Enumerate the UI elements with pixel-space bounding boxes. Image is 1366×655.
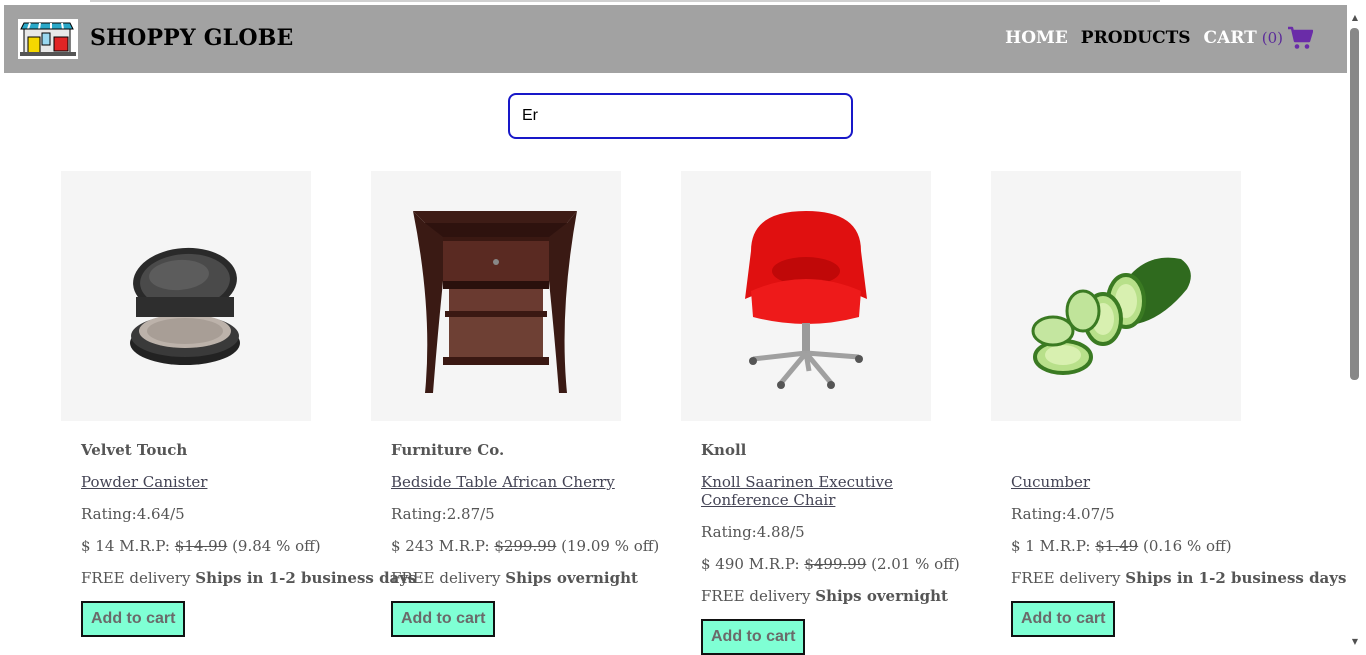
rating-value: 4.88/5 xyxy=(756,523,805,541)
delivery-label: FREE delivery xyxy=(391,569,501,587)
product-brand: Velvet Touch xyxy=(81,441,188,459)
rating-label: Rating: xyxy=(391,505,447,523)
product-rating: Rating:4.88/5 xyxy=(701,523,981,541)
product-delivery: FREE delivery Ships in 1-2 business days xyxy=(1011,569,1346,587)
mrp-value: $1.49 xyxy=(1095,537,1139,555)
delivery-label: FREE delivery xyxy=(1011,569,1121,587)
discount-text: (0.16 % off) xyxy=(1142,537,1232,555)
product-rating: Rating:2.87/5 xyxy=(391,505,671,523)
rating-value: 4.64/5 xyxy=(136,505,185,523)
add-to-cart-button[interactable]: Add to cart xyxy=(81,601,186,637)
product-brand xyxy=(1011,441,1291,459)
rating-label: Rating: xyxy=(81,505,137,523)
product-rating: Rating:4.64/5 xyxy=(81,505,361,523)
discount-text: (2.01 % off) xyxy=(871,555,960,573)
brand-title: SHOPPY GLOBE xyxy=(90,25,294,51)
product-info: Velvet Touch Powder Canister Rating:4.64… xyxy=(61,441,416,637)
scroll-down-arrow-icon[interactable]: ▼ xyxy=(1350,638,1360,646)
page: SHOPPY GLOBE HOME PRODUCTS CART (0) ▲ ▼ xyxy=(0,0,1366,655)
product-rating: Rating:4.07/5 xyxy=(1011,505,1291,523)
shipping-text: Ships overnight xyxy=(815,587,948,605)
rating-label: Rating: xyxy=(1011,505,1067,523)
product-info: Knoll Knoll Saarinen Executive Conferenc… xyxy=(681,441,981,655)
product-card: Furniture Co. Bedside Table African Cher… xyxy=(371,171,671,637)
shipping-text: Ships overnight xyxy=(505,569,638,587)
mrp-label: M.R.P: xyxy=(1039,537,1091,555)
product-info: Cucumber Rating:4.07/5 $ 1 M.R.P: $1.49 … xyxy=(991,441,1346,637)
add-to-cart-button[interactable]: Add to cart xyxy=(701,619,806,655)
discount-text: (9.84 % off) xyxy=(232,537,321,555)
browser-edge xyxy=(90,0,1160,2)
product-delivery: FREE delivery Ships overnight xyxy=(701,587,981,605)
bedside-table-icon[interactable] xyxy=(371,171,621,421)
product-title-link[interactable]: Bedside Table African Cherry xyxy=(391,473,641,491)
product-price: $ 14 M.R.P: $14.99 (9.84 % off) xyxy=(81,537,361,555)
nav-products-link[interactable]: PRODUCTS xyxy=(1081,28,1191,48)
cart-count: (0) xyxy=(1261,29,1283,47)
product-price: $ 490 M.R.P: $499.99 (2.01 % off) xyxy=(701,555,981,573)
shopping-cart-icon[interactable] xyxy=(1287,26,1314,50)
mrp-value: $14.99 xyxy=(174,537,228,555)
price-value: $ 14 xyxy=(81,537,115,555)
product-brand: Knoll xyxy=(701,441,747,459)
product-card: Cucumber Rating:4.07/5 $ 1 M.R.P: $1.49 … xyxy=(991,171,1346,637)
product-brand: Furniture Co. xyxy=(391,441,505,459)
office-chair-icon[interactable] xyxy=(681,171,931,421)
product-info: Furniture Co. Bedside Table African Cher… xyxy=(371,441,671,637)
nav-home-link[interactable]: HOME xyxy=(1005,28,1068,48)
product-card: Velvet Touch Powder Canister Rating:4.64… xyxy=(61,171,416,637)
product-card: Knoll Knoll Saarinen Executive Conferenc… xyxy=(681,171,981,655)
shipping-text: Ships in 1-2 business days xyxy=(1125,569,1347,587)
nav-cart-link[interactable]: CART xyxy=(1204,28,1257,48)
discount-text: (19.09 % off) xyxy=(561,537,660,555)
price-value: $ 243 xyxy=(391,537,434,555)
product-title-link[interactable]: Cucumber xyxy=(1011,473,1261,491)
product-price: $ 1 M.R.P: $1.49 (0.16 % off) xyxy=(1011,537,1291,555)
product-delivery: FREE delivery Ships in 1-2 business days xyxy=(81,569,416,587)
mrp-value: $499.99 xyxy=(804,555,867,573)
price-value: $ 1 xyxy=(1011,537,1035,555)
product-delivery: FREE delivery Ships overnight xyxy=(391,569,671,587)
product-price: $ 243 M.R.P: $299.99 (19.09 % off) xyxy=(391,537,671,555)
delivery-label: FREE delivery xyxy=(701,587,811,605)
store-logo-icon[interactable] xyxy=(18,19,78,59)
price-value: $ 490 xyxy=(701,555,744,573)
rating-value: 2.87/5 xyxy=(446,505,495,523)
header: SHOPPY GLOBE HOME PRODUCTS CART (0) xyxy=(4,5,1347,73)
product-title-link[interactable]: Powder Canister xyxy=(81,473,331,491)
mrp-label: M.R.P: xyxy=(119,537,170,555)
powder-compact-icon[interactable] xyxy=(61,171,311,421)
scroll-up-arrow-icon[interactable]: ▲ xyxy=(1350,14,1360,22)
rating-label: Rating: xyxy=(701,523,757,541)
scrollbar-thumb[interactable] xyxy=(1350,28,1359,380)
product-title-link[interactable]: Knoll Saarinen Executive Conference Chai… xyxy=(701,473,951,509)
add-to-cart-button[interactable]: Add to cart xyxy=(391,601,496,637)
add-to-cart-button[interactable]: Add to cart xyxy=(1011,601,1116,637)
rating-value: 4.07/5 xyxy=(1066,505,1115,523)
mrp-value: $299.99 xyxy=(494,537,557,555)
main-nav: HOME PRODUCTS CART (0) xyxy=(992,26,1314,50)
mrp-label: M.R.P: xyxy=(438,537,490,555)
search-input[interactable] xyxy=(508,93,853,139)
delivery-label: FREE delivery xyxy=(81,569,191,587)
cucumber-icon[interactable] xyxy=(991,171,1241,421)
mrp-label: M.R.P: xyxy=(748,555,800,573)
